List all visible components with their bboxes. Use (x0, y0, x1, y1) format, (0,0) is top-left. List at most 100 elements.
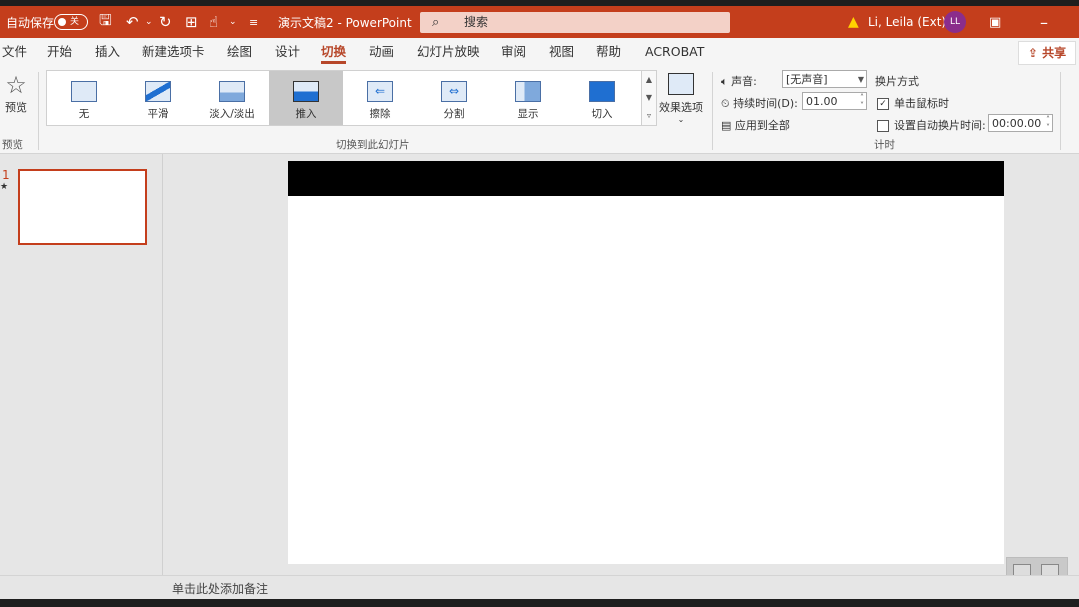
wipe-transition-icon: ⇐ (367, 81, 393, 102)
after-checkbox[interactable]: 设置自动换片时间: (877, 117, 986, 133)
minimize-icon[interactable]: – (1040, 6, 1048, 38)
transition-label: 推入 (295, 108, 317, 120)
duration-row: ⏲ 持续时间(D): (721, 95, 798, 111)
transition-cut[interactable]: 切入 (565, 71, 639, 125)
tab-help[interactable]: 帮助 (596, 38, 621, 66)
none-transition-icon (71, 81, 97, 102)
stepper-arrows-icon: ˄ ˅ (1046, 115, 1050, 132)
share-label: 共享 (1042, 46, 1067, 60)
share-button[interactable]: ⇪ 共享 (1018, 41, 1076, 65)
undo-dropdown-icon[interactable]: ⌄ (145, 6, 153, 38)
scroll-down-icon[interactable]: ▼ (642, 89, 656, 107)
search-box[interactable]: ⌕ 搜索 (420, 12, 730, 33)
transition-label: 显示 (517, 108, 539, 120)
sound-dropdown[interactable]: [无声音] ▼ (782, 70, 867, 88)
transition-split[interactable]: ⇔ 分割 (417, 71, 491, 125)
fade-transition-icon (219, 81, 245, 102)
scroll-up-icon[interactable]: ▲ (642, 71, 656, 89)
duration-value: 01.00 (806, 95, 838, 108)
warning-icon[interactable]: ▲ (848, 6, 859, 38)
toggle-knob-icon (58, 18, 66, 26)
duration-label: 持续时间(D): (733, 97, 798, 110)
tab-insert[interactable]: 插入 (95, 38, 120, 66)
redo-icon[interactable]: ↻ (159, 6, 172, 38)
split-transition-icon: ⇔ (441, 81, 467, 102)
bottom-frame (0, 599, 1079, 607)
after-value: 00:00.00 (992, 117, 1042, 130)
tab-acrobat[interactable]: ACROBAT (645, 38, 704, 66)
preview-button[interactable]: ☆ 预览 (0, 71, 32, 115)
tab-draw[interactable]: 绘图 (227, 38, 252, 66)
sound-row: 🔈︎ 声音: (721, 73, 757, 89)
effect-options-button[interactable]: 效果选项 ⌄ (658, 70, 704, 124)
avatar[interactable]: LL (944, 11, 966, 33)
cut-transition-icon (589, 81, 615, 102)
transition-none[interactable]: 无 (47, 71, 121, 125)
transition-label: 分割 (443, 108, 465, 120)
ribbon-tabs: 文件 开始 插入 新建选项卡 绘图 设计 切换 动画 幻灯片放映 审阅 视图 帮… (0, 38, 1079, 66)
tab-transitions[interactable]: 切换 (321, 38, 347, 66)
speaker-icon: 🔈︎ (721, 75, 728, 88)
preview-star-icon: ☆ (5, 71, 27, 99)
preview-label: 预览 (5, 101, 27, 114)
sound-value: [无声音] (786, 73, 828, 86)
on-click-checkbox[interactable]: ✓ 单击鼠标时 (877, 95, 949, 111)
tab-file[interactable]: 文件 (2, 38, 27, 66)
tab-review[interactable]: 审阅 (501, 38, 526, 66)
notes-pane[interactable]: 单击此处添加备注 (0, 575, 1079, 600)
undo-icon[interactable]: ↶ (126, 6, 139, 38)
clock-icon: ⏲ (721, 97, 730, 110)
divider (38, 72, 39, 150)
after-time-stepper[interactable]: 00:00.00 ˄ ˅ (988, 114, 1053, 132)
tab-animations[interactable]: 动画 (369, 38, 394, 66)
chevron-down-icon: ▼ (857, 75, 864, 84)
tab-view[interactable]: 视图 (549, 38, 574, 66)
touch-mode-icon[interactable]: ☝ (209, 6, 218, 38)
apply-all-label: 应用到全部 (734, 119, 790, 132)
sound-label: 声音: (731, 75, 757, 88)
effect-dropdown-icon: ⌄ (677, 115, 685, 124)
transition-push[interactable]: 推入 (269, 71, 343, 125)
autosave-toggle[interactable]: 关 (54, 14, 88, 30)
transition-fade[interactable]: 淡入/淡出 (195, 71, 269, 125)
tab-new[interactable]: 新建选项卡 (142, 38, 205, 66)
morph-transition-icon (145, 81, 171, 102)
apply-all-icon: ▤ (721, 119, 732, 132)
pane-divider[interactable] (162, 154, 163, 575)
slide-transition-marker: ★ (0, 182, 9, 192)
transition-morph[interactable]: 平滑 (121, 71, 195, 125)
ribbon: ☆ 预览 预览 无 平滑 淡入/淡出 推入 ⇐ 擦除 ⇔ 分割 显示 切入 ▲ … (0, 66, 1079, 154)
slide-canvas[interactable] (288, 161, 1004, 564)
gallery-scroller[interactable]: ▲ ▼ ▿ (641, 70, 657, 126)
search-placeholder: 搜索 (464, 15, 489, 29)
divider (1060, 72, 1061, 150)
transition-reveal[interactable]: 显示 (491, 71, 565, 125)
apply-all-button[interactable]: ▤ 应用到全部 (721, 117, 790, 133)
effect-options-icon (668, 73, 694, 95)
transition-label: 擦除 (369, 108, 391, 120)
duration-stepper[interactable]: 01.00 ˄ ˅ (802, 92, 867, 110)
slide-number: 1 (2, 168, 10, 182)
tab-home[interactable]: 开始 (47, 38, 72, 66)
transition-label: 无 (78, 108, 90, 120)
tab-design[interactable]: 设计 (275, 38, 300, 66)
save-icon[interactable]: 🖫 (99, 6, 112, 38)
user-name[interactable]: Li, Leila (Ext) (868, 6, 946, 38)
transition-label: 淡入/淡出 (209, 108, 255, 120)
touch-dropdown-icon[interactable]: ⌄ (229, 6, 237, 38)
ribbon-display-icon[interactable]: ▣ (989, 6, 1001, 38)
search-icon: ⌕ (432, 15, 440, 30)
push-transition-icon (293, 81, 319, 102)
check-icon: ✓ (877, 98, 889, 110)
checkbox-icon (877, 120, 889, 132)
on-click-label: 单击鼠标时 (894, 97, 949, 110)
gallery-more-icon[interactable]: ▿ (642, 107, 656, 125)
from-beginning-icon[interactable]: ⊞ (185, 6, 198, 38)
customize-qat-icon[interactable]: ≡ (249, 6, 258, 38)
transition-label: 平滑 (147, 108, 169, 120)
reveal-transition-icon (515, 81, 541, 102)
transition-label: 切入 (591, 108, 613, 120)
tab-slideshow[interactable]: 幻灯片放映 (417, 38, 480, 66)
transition-wipe[interactable]: ⇐ 擦除 (343, 71, 417, 125)
slide-thumbnail[interactable] (18, 169, 147, 245)
